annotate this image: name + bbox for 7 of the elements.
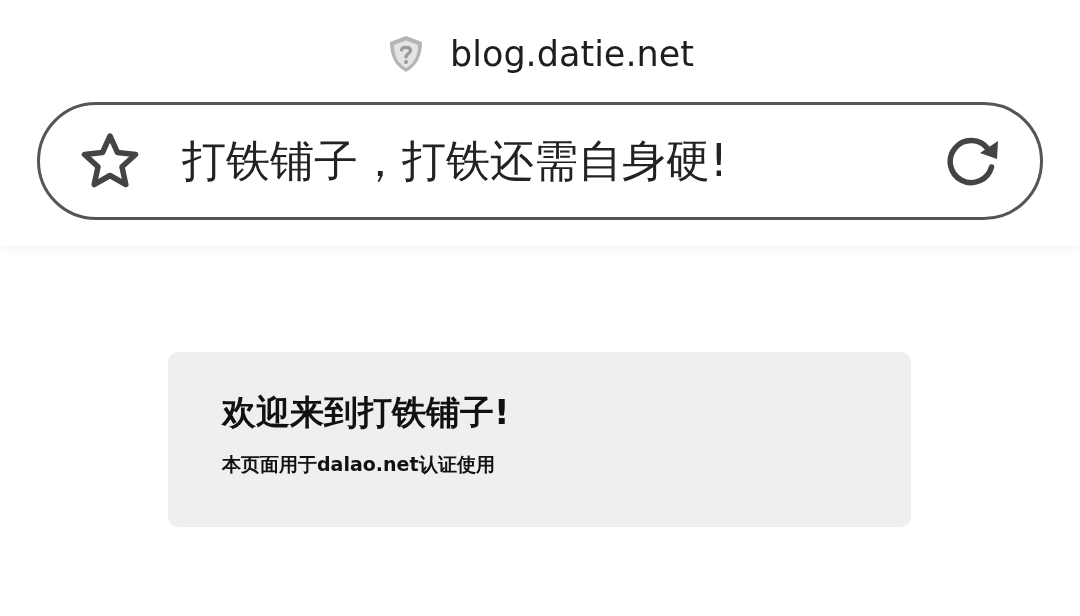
site-domain: blog.datie.net (450, 34, 694, 74)
star-icon[interactable] (80, 132, 140, 190)
card-text: 本页面用于dalao.net认证使用 (222, 452, 495, 476)
address-bar[interactable]: 打铁铺子，打铁还需自身硬! (37, 102, 1043, 220)
page-title[interactable]: 打铁铺子，打铁还需自身硬! (182, 131, 944, 191)
card-heading: 欢迎来到打铁铺子! (222, 392, 510, 433)
reload-icon[interactable] (944, 135, 1000, 187)
